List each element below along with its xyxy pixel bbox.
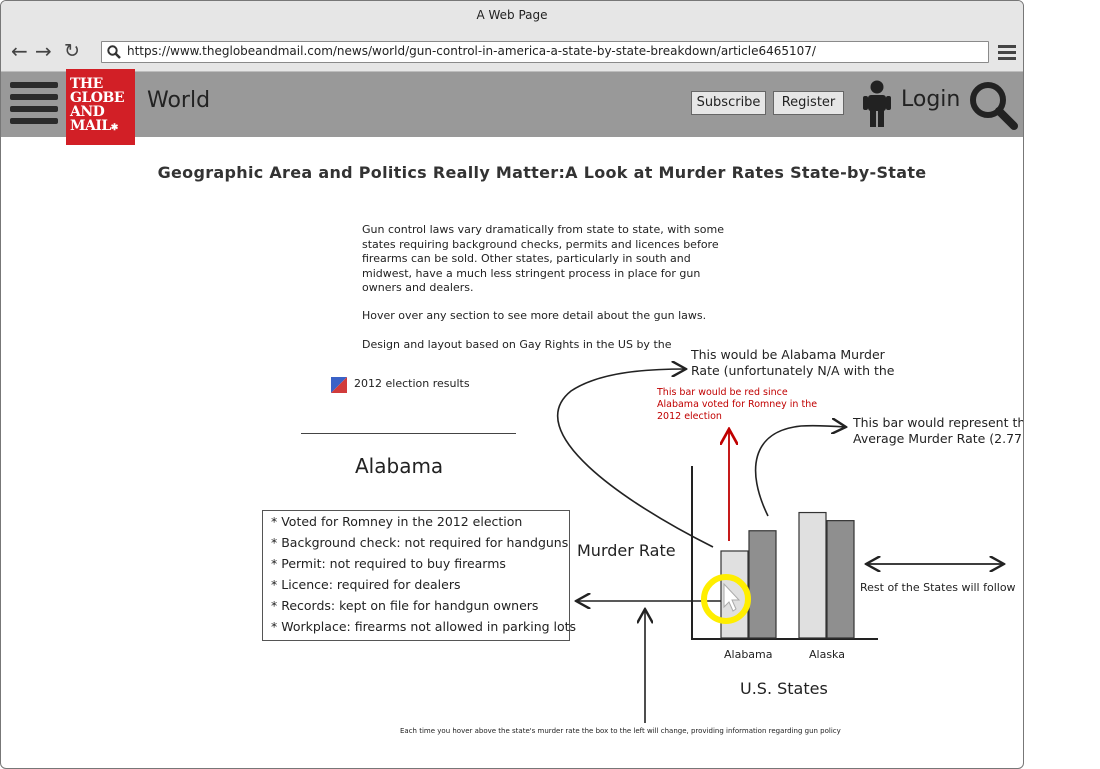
bar-alaska-1[interactable] — [798, 511, 827, 639]
x-tick-label: Alaska — [809, 648, 845, 661]
browser-window: A Web Page ← → ↻ https://www.theglobeand… — [0, 0, 1024, 769]
hover-footnote: Each time you hover above the state's mu… — [400, 727, 841, 735]
y-axis-label: Murder Rate — [577, 541, 676, 560]
bar-alabama-2[interactable] — [748, 530, 777, 639]
red-note-2: Alabama voted for Romney in the — [657, 399, 818, 410]
bar-alaska-2[interactable] — [826, 520, 855, 639]
average-note-1: This bar would represent the — [853, 415, 1024, 430]
red-note-1: This bar would be red since — [657, 387, 788, 398]
x-axis-label: U.S. States — [740, 679, 828, 698]
x-tick-label: Alabama — [724, 648, 773, 661]
murder-rate-chart — [556, 1, 1023, 723]
alabama-rate-note-1: This would be Alabama Murder — [691, 347, 885, 362]
alabama-rate-note-2: Rate (unfortunately N/A with the — [691, 363, 895, 378]
red-note-3: 2012 election — [657, 411, 722, 422]
average-note-2: Average Murder Rate (2.77) — [853, 431, 1024, 446]
rest-states-note: Rest of the States will follow — [860, 581, 1016, 594]
average-rate-arrow — [754, 426, 846, 517]
